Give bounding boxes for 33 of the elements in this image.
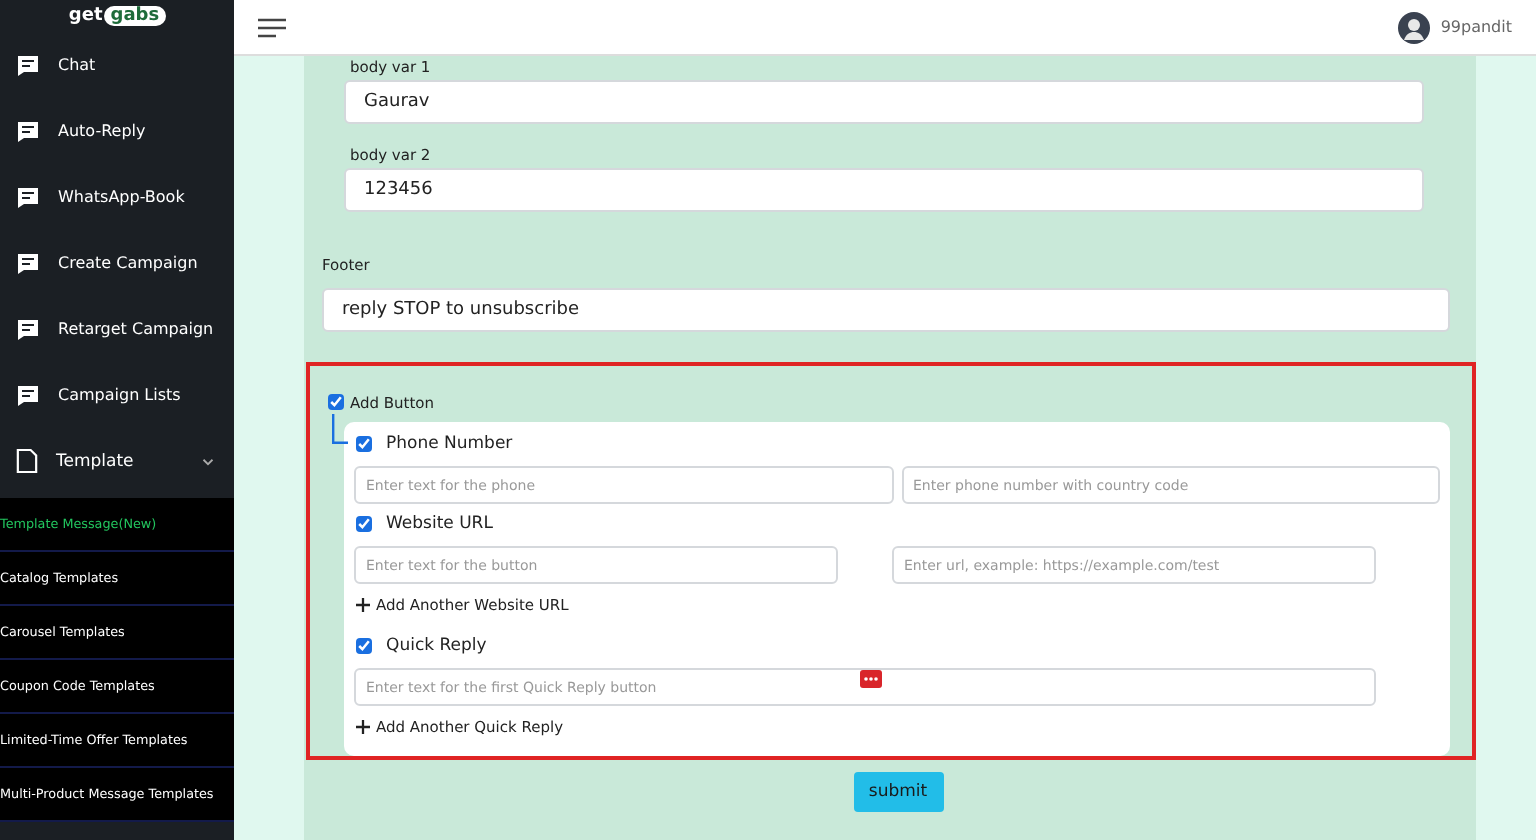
message-icon <box>16 53 40 77</box>
sidebar-item[interactable]: Chat <box>0 32 234 98</box>
plus-icon <box>356 719 370 733</box>
message-icon <box>16 251 40 275</box>
message-icon <box>16 119 40 143</box>
input-field[interactable]: reply STOP to unsubscribe <box>322 288 1450 332</box>
sidebar-item[interactable]: Auto-Reply <box>0 98 234 164</box>
logo-text: get <box>68 6 103 26</box>
checkbox[interactable] <box>356 638 372 654</box>
sidebar-item[interactable]: Create Campaign <box>0 230 234 296</box>
document-icon <box>16 448 38 474</box>
connector-line <box>332 414 348 444</box>
message-icon <box>16 317 40 341</box>
checkbox[interactable] <box>356 436 372 452</box>
submit-button[interactable]: submit <box>853 772 943 812</box>
message-icon <box>16 185 40 209</box>
checkbox-label: Phone Number <box>386 434 513 454</box>
sidebar-item[interactable]: WhatsApp-Book <box>0 164 234 230</box>
avatar-icon[interactable] <box>1398 11 1431 43</box>
sidebar-item[interactable]: Retarget Campaign <box>0 296 234 362</box>
sidebar-item[interactable]: Template <box>0 428 234 494</box>
sidebar-item[interactable]: Campaign Lists <box>0 362 234 428</box>
logo-badge: gabs <box>104 6 166 26</box>
checkbox[interactable] <box>328 394 344 410</box>
menu-icon[interactable] <box>258 17 286 37</box>
message-icon <box>16 383 40 407</box>
username[interactable]: 99pandit <box>1440 18 1512 36</box>
plus-icon <box>356 597 370 611</box>
input-field[interactable]: Gaurav <box>344 80 1424 124</box>
input-field[interactable]: 123456 <box>344 168 1424 212</box>
checkbox[interactable] <box>356 516 372 532</box>
checkbox-label: Website URL <box>386 514 493 534</box>
checkbox-label: Quick Reply <box>386 636 487 656</box>
